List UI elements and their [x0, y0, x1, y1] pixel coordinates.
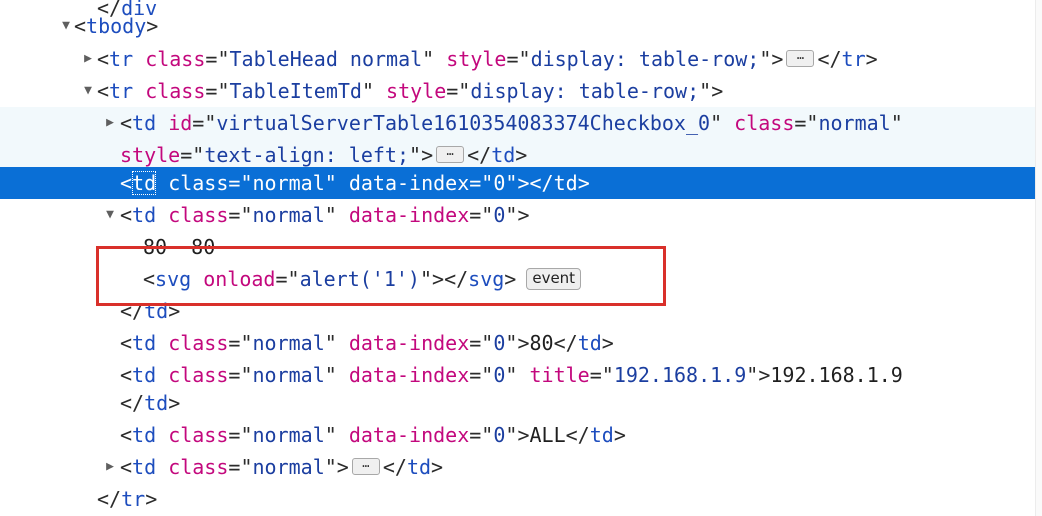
tag-name: tr: [109, 47, 134, 71]
tag-name: td: [132, 111, 157, 135]
attribute-value: normal: [252, 455, 325, 479]
attribute-name: class: [168, 423, 229, 447]
closing-tag-name: svg: [468, 267, 505, 291]
tag-name: tbody: [86, 14, 147, 38]
attribute-value: 0: [493, 331, 506, 355]
tag-name: td: [144, 299, 169, 323]
attribute-name: class: [168, 203, 229, 227]
tag-name: td: [132, 171, 157, 195]
tag-name: td: [144, 391, 169, 415]
node-td-80[interactable]: <td class="normal" data-index="0">80</td…: [0, 327, 1042, 359]
node-text-content: ALL: [529, 423, 566, 447]
text-node: 80 80: [143, 235, 216, 255]
tag-name: td: [132, 455, 157, 479]
node-tr-tableitemtd[interactable]: ▼ <tr class="TableItemTd" style="display:…: [0, 75, 1042, 107]
collapsed-children-ellipsis-button[interactable]: …: [786, 49, 815, 67]
inspector-dom-tree: </div ▼ <tbody> ▶ <tr class="TableHead norma…: [0, 0, 1042, 516]
attribute-value: 0: [493, 171, 506, 195]
attribute-value: display: table-row;: [530, 47, 760, 71]
closing-tag-name: td: [491, 143, 516, 167]
attribute-value: 0: [493, 363, 506, 387]
tag-name: td: [132, 423, 157, 447]
attribute-name: id: [168, 111, 193, 135]
attribute-value: normal: [818, 111, 891, 135]
closing-tag-name: td: [589, 423, 614, 447]
attribute-value: text-align: left;: [204, 143, 410, 167]
node-td-expanded[interactable]: ▼ <td class="normal" data-index="0">: [0, 199, 1042, 231]
expand-triangle-icon[interactable]: ▶: [80, 43, 96, 75]
node-td-last[interactable]: ▶ <td class="normal">… </td>: [0, 451, 1042, 483]
closing-tag-name: td: [577, 331, 602, 355]
collapse-triangle-icon[interactable]: ▼: [58, 10, 74, 42]
attribute-value: virtualServerTable1610354083374Checkbox_…: [216, 111, 711, 135]
attribute-name: data-index: [348, 171, 470, 195]
attribute-value: 0: [493, 423, 506, 447]
collapsed-children-ellipsis-button[interactable]: …: [436, 145, 465, 163]
attribute-name: title: [529, 363, 590, 387]
attribute-value: normal: [252, 423, 325, 447]
node-text-content: 192.168.1.9: [770, 363, 903, 387]
attribute-value: normal: [252, 203, 325, 227]
attribute-name: class: [145, 79, 206, 103]
attribute-value: alert('1'): [299, 267, 420, 291]
tag-name: td: [132, 331, 157, 355]
collapsed-children-ellipsis-button[interactable]: …: [351, 457, 380, 475]
attribute-name: style: [386, 79, 447, 103]
node-text-content: 80: [529, 331, 554, 355]
attribute-value: TableHead normal: [229, 47, 423, 71]
attribute-name: data-index: [348, 363, 470, 387]
node-td-checkbox[interactable]: ▶ <td id="virtualServerTable1610354083374…: [0, 107, 1042, 139]
attribute-name: style: [446, 47, 507, 71]
node-td-selected[interactable]: <td class="normal" data-index="0"></td>: [0, 167, 1042, 199]
attribute-value: 0: [493, 203, 506, 227]
attribute-value: normal: [252, 171, 325, 195]
node-tbody-open[interactable]: ▼ <tbody>: [0, 10, 1042, 42]
attribute-name: data-index: [348, 423, 470, 447]
attribute-value: 192.168.1.9: [613, 363, 747, 387]
closing-tag-name: td: [553, 171, 578, 195]
attribute-name: data-index: [348, 203, 470, 227]
node-tr-close[interactable]: </tr>: [0, 483, 1042, 515]
node-svg-onload[interactable]: <svg onload="alert('1')"></svg> event: [0, 263, 1042, 295]
node-tr-tablehead[interactable]: ▶ <tr class="TableHead normal" style="dis…: [0, 43, 1042, 75]
closing-tag-name: tr: [841, 47, 866, 71]
attribute-name: class: [168, 171, 229, 195]
tag-name: tr: [121, 487, 146, 511]
attribute-name: class: [734, 111, 795, 135]
node-td-all[interactable]: <td class="normal" data-index="0">ALL</t…: [0, 419, 1042, 451]
attribute-name: style: [120, 143, 181, 167]
attribute-name: class: [145, 47, 206, 71]
attribute-name: data-index: [348, 331, 470, 355]
collapse-triangle-icon[interactable]: ▼: [80, 75, 96, 107]
tag-name: tr: [109, 79, 134, 103]
attribute-value: TableItemTd: [229, 79, 362, 103]
attribute-value: normal: [252, 331, 325, 355]
attribute-value: display: table-row;: [470, 79, 700, 103]
collapse-triangle-icon[interactable]: ▼: [102, 199, 118, 231]
attribute-name: class: [168, 455, 229, 479]
closing-tag-name: td: [406, 455, 432, 479]
attribute-name: onload: [203, 267, 276, 291]
event-badge-button[interactable]: event: [526, 267, 582, 290]
attribute-value: normal: [252, 363, 325, 387]
attribute-name: class: [168, 363, 229, 387]
node-td-ip-close[interactable]: </td>: [0, 387, 1042, 419]
attribute-name: class: [168, 331, 229, 355]
tag-name: td: [132, 203, 157, 227]
expand-triangle-icon[interactable]: ▶: [102, 451, 118, 483]
node-text-80-80[interactable]: 80 80: [0, 231, 1042, 263]
node-td-close[interactable]: </td>: [0, 295, 1042, 327]
scrollbar-track[interactable]: [1035, 0, 1042, 516]
tag-name: td: [132, 363, 157, 387]
tag-name: svg: [155, 267, 192, 291]
expand-triangle-icon[interactable]: ▶: [102, 107, 118, 139]
